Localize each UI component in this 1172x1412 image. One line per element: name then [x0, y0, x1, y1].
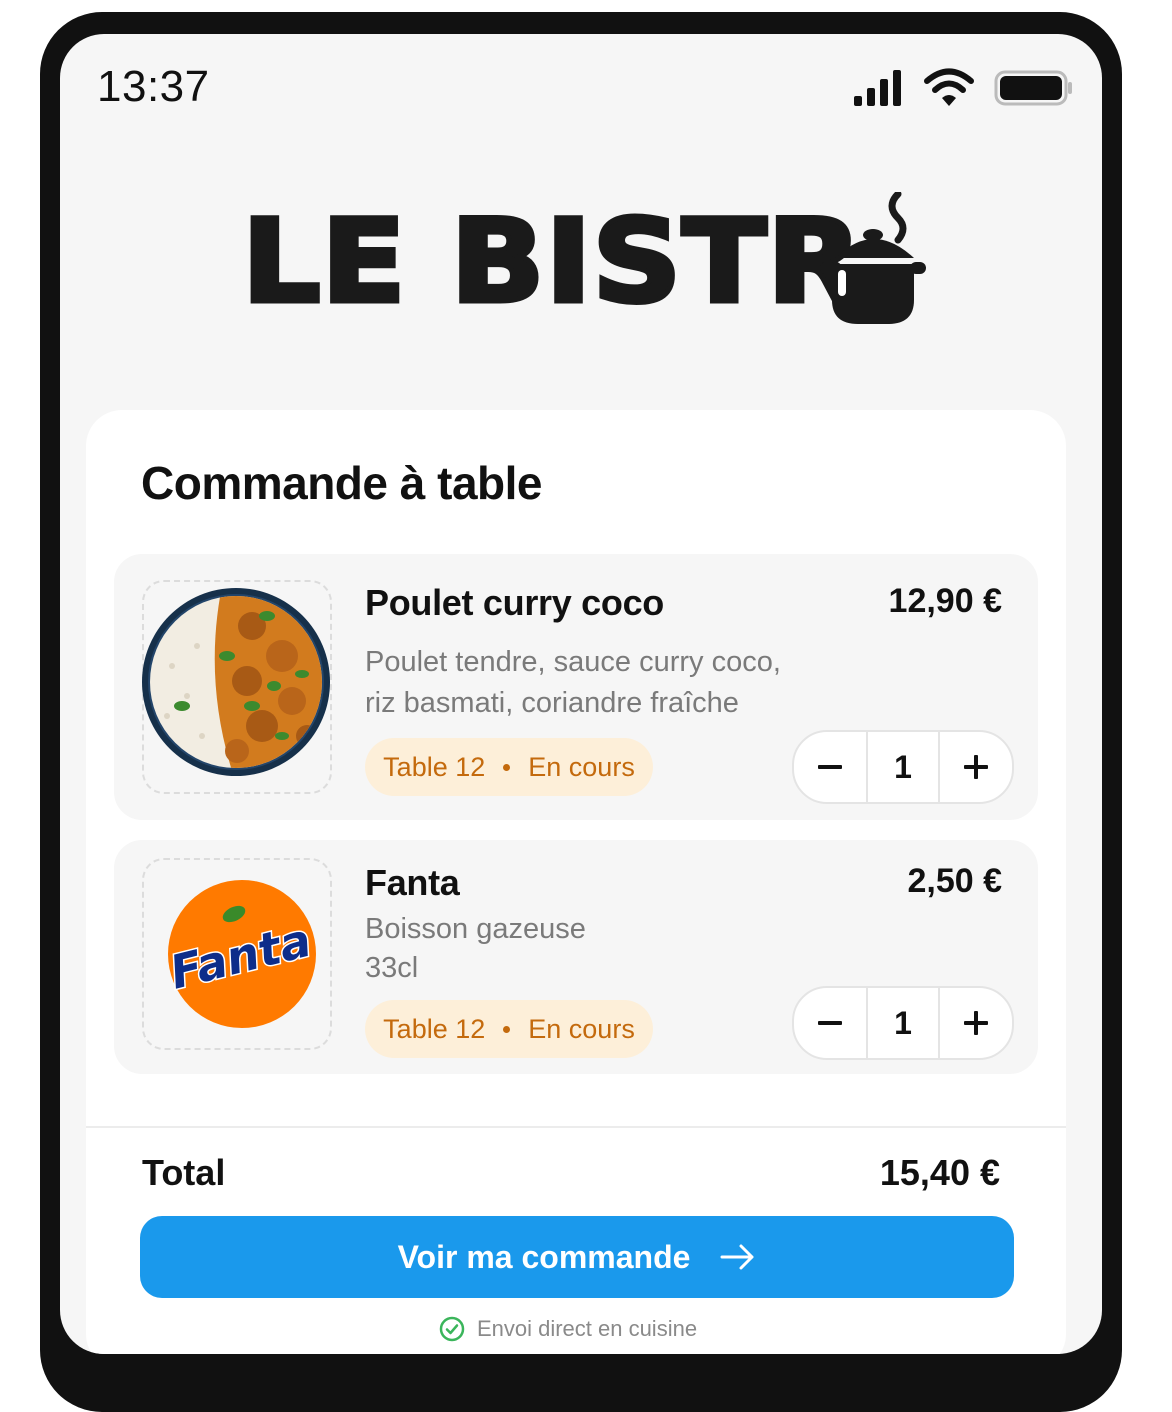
total-value: 15,40 €	[879, 1152, 1000, 1193]
kitchen-note: Envoi direct en cuisine	[86, 1316, 1050, 1342]
order-title: Commande à table	[141, 457, 543, 509]
check-circle-icon	[439, 1316, 465, 1342]
quantity-stepper: 1	[792, 730, 1014, 804]
wifi-icon	[924, 68, 974, 106]
battery-icon	[994, 70, 1072, 106]
item-price: 12,90 €	[888, 582, 1002, 620]
brand-logo-text: LE BISTR	[239, 193, 865, 331]
table-label: Table 12	[383, 1013, 486, 1044]
app-screen: 13:37 LE BISTR Commande à table Poulet c…	[60, 34, 1102, 1354]
status-badge: Table 12 En cours	[365, 1000, 653, 1058]
poulet-curry-photo	[142, 588, 330, 776]
decrease-button[interactable]	[794, 988, 866, 1058]
minus-icon	[818, 1021, 842, 1025]
item-description: Boisson gazeuse 33cl	[365, 910, 586, 988]
item-name: Fanta	[365, 862, 460, 903]
increase-button[interactable]	[940, 732, 1012, 802]
item-description: Poulet tendre, sauce curry coco, riz bas…	[365, 642, 781, 724]
quantity-value: 1	[866, 988, 940, 1058]
plus-icon	[964, 755, 988, 779]
order-card: Commande à table Poulet curry coco 12,90…	[86, 410, 1066, 1354]
order-item: Poulet curry coco 12,90 € Poulet tendre,…	[114, 554, 1038, 820]
view-order-button[interactable]: Voir ma commande	[140, 1216, 1014, 1298]
item-thumbnail: Fanta	[142, 858, 332, 1050]
item-description-line: 33cl	[365, 952, 419, 984]
separator-dot	[503, 763, 511, 771]
item-thumbnail	[142, 580, 332, 794]
quantity-value: 1	[866, 732, 940, 802]
separator-dot	[503, 1025, 511, 1033]
order-item: Fanta Fanta 2,50 € Boisson gazeuse 33cl …	[114, 840, 1038, 1074]
item-description-line: Boisson gazeuse	[365, 913, 586, 945]
status-label: En cours	[528, 751, 635, 782]
signal-icon	[854, 70, 901, 106]
divider	[86, 1126, 1066, 1128]
total-label: Total	[142, 1152, 226, 1193]
minus-icon	[818, 765, 842, 769]
status-label: En cours	[528, 1013, 635, 1044]
status-time: 13:37	[97, 62, 210, 111]
item-description-line: riz basmati, coriandre fraîche	[365, 687, 739, 719]
view-order-label: Voir ma commande	[397, 1238, 691, 1275]
arrow-right-icon	[720, 1244, 754, 1270]
item-name: Poulet curry coco	[365, 582, 664, 623]
fanta-logo: Fanta	[166, 880, 318, 1028]
status-badge: Table 12 En cours	[365, 738, 653, 796]
brand-logo: LE BISTR	[239, 192, 942, 332]
cooking-pot-icon	[820, 192, 926, 324]
item-price: 2,50 €	[907, 862, 1002, 900]
item-description-line: Poulet tendre, sauce curry coco,	[365, 646, 781, 678]
decrease-button[interactable]	[794, 732, 866, 802]
plus-icon	[964, 1011, 988, 1035]
increase-button[interactable]	[940, 988, 1012, 1058]
kitchen-note-text: Envoi direct en cuisine	[476, 1316, 698, 1341]
table-label: Table 12	[383, 751, 486, 782]
quantity-stepper: 1	[792, 986, 1014, 1060]
